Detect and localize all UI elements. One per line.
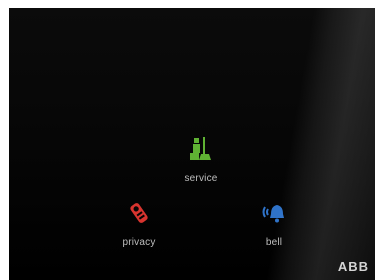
do-not-disturb-tag-icon	[126, 200, 152, 231]
service-label: service	[184, 173, 218, 184]
bell-label: bell	[265, 237, 283, 248]
bell-icon	[261, 200, 287, 231]
service-button[interactable]: service	[171, 136, 231, 184]
abb-logo: ABB	[337, 259, 369, 274]
privacy-label: privacy	[122, 237, 156, 248]
privacy-button[interactable]: privacy	[109, 200, 169, 248]
touch-panel: service privacy bell ABB	[9, 8, 375, 280]
service-icon	[188, 136, 214, 167]
bell-button[interactable]: bell	[244, 200, 304, 248]
